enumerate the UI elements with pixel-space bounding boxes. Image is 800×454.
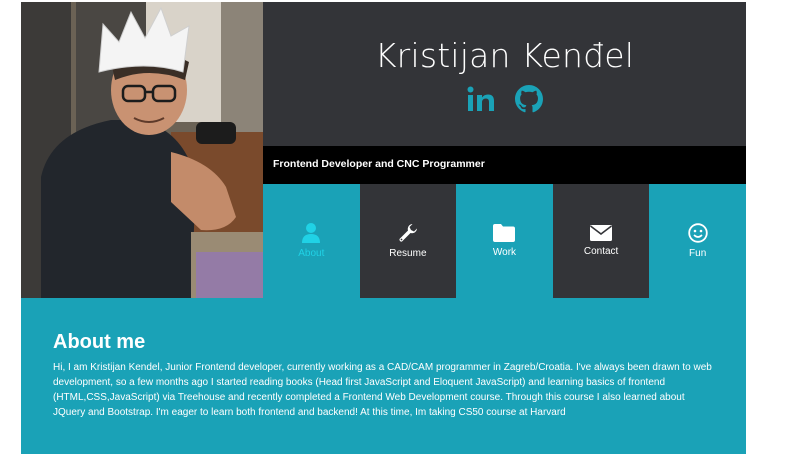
- section-title: About me: [53, 331, 146, 353]
- page: Kristijan Kenđel Frontend Developer and …: [21, 2, 746, 454]
- about-section: About me Hi, I am Kristijan Kendel, Juni…: [21, 298, 746, 454]
- nav-item-label: Contact: [583, 246, 619, 257]
- user-icon: [302, 223, 321, 243]
- tagline: Frontend Developer and CNC Programmer: [273, 158, 485, 170]
- wrench-icon: [399, 224, 417, 242]
- nav-item-fun[interactable]: Fun: [649, 184, 746, 298]
- about-text: Hi, I am Kristijan Kendel, Junior Fronte…: [53, 362, 712, 418]
- header: Kristijan Kenđel: [263, 2, 746, 146]
- tagline-bar: Frontend Developer and CNC Programmer: [263, 146, 746, 184]
- smile-icon: [687, 223, 708, 243]
- nav-item-resume[interactable]: Resume: [359, 184, 457, 298]
- github-icon[interactable]: [514, 84, 544, 114]
- envelope-icon: [590, 225, 613, 241]
- linkedin-icon[interactable]: [466, 84, 496, 114]
- nav-item-about[interactable]: About: [263, 184, 360, 298]
- nav-item-label: Fun: [689, 248, 707, 259]
- nav-item-label: Work: [492, 247, 517, 258]
- profile-name: Kristijan Kenđel: [374, 36, 635, 75]
- nav-item-work[interactable]: Work: [456, 184, 553, 298]
- nav-item-label: Resume: [389, 248, 427, 259]
- main-nav: About Resume Work Contact Fun: [263, 184, 746, 298]
- nav-item-label: About: [298, 248, 325, 259]
- profile-photo: [21, 2, 263, 298]
- folder-icon: [493, 224, 516, 242]
- social-links: [263, 84, 746, 114]
- nav-item-contact[interactable]: Contact: [552, 184, 650, 298]
